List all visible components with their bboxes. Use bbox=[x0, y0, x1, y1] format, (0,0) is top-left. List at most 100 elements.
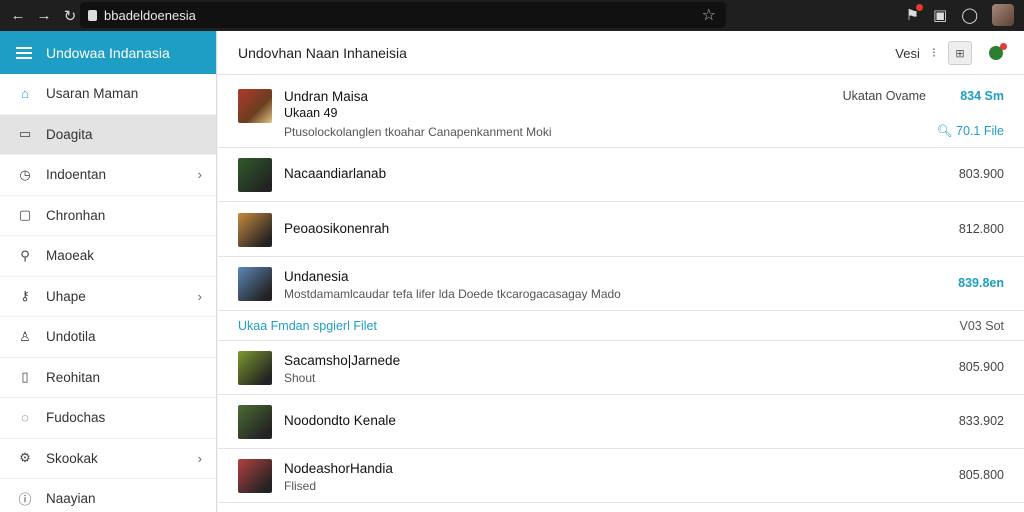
list-item[interactable]: NodeashorHandia Flised 805.800 bbox=[218, 449, 1024, 503]
list-item[interactable]: Peoaosikonenrah 812.800 bbox=[218, 202, 1024, 257]
featured-row[interactable]: Undran Maisa Ukaan 49 Ptusolockolanglen … bbox=[218, 75, 1024, 148]
sidebar-item[interactable]: ◌ Fudochas bbox=[0, 398, 216, 439]
featured-meta-label: Ukatan Ovame bbox=[842, 89, 926, 103]
back-icon[interactable]: ← bbox=[10, 7, 26, 24]
info-icon: ⓘ bbox=[18, 492, 32, 508]
section-label: Ukaa Fmdan spgierl Filet bbox=[238, 319, 377, 333]
sidebar-item-label: Undotila bbox=[46, 329, 96, 345]
sidebar-item-label: Chronhan bbox=[46, 207, 106, 223]
search-icon: 🔍︎ bbox=[936, 124, 957, 138]
clock-icon: ◷ bbox=[19, 166, 31, 182]
home-icon: ⌂ bbox=[21, 86, 29, 102]
item-thumbnail bbox=[238, 351, 272, 385]
sidebar-item-label: Usaran Maman bbox=[46, 86, 139, 102]
sidebar-item-label: Maoeak bbox=[46, 248, 95, 264]
chat-icon: ◌ bbox=[21, 410, 29, 426]
item-name: Noodondto Kenale bbox=[284, 413, 396, 428]
forward-icon[interactable]: → bbox=[36, 7, 52, 24]
list-item[interactable]: Noodondto Kenale 833.902 bbox=[218, 395, 1024, 449]
avatar[interactable] bbox=[992, 4, 1014, 26]
reload-icon[interactable]: ↻ bbox=[62, 7, 78, 25]
folder-icon: ▭ bbox=[18, 126, 32, 142]
sidebar-item[interactable]: ▭ Doagita bbox=[0, 114, 216, 155]
sidebar: Undowaa Indanasia ⌂ Usaran Maman ▭ Doagita ◷… bbox=[0, 31, 217, 512]
item-list: Nacaandiarlanab 803.900 Peoaosikonenrah 812… bbox=[218, 148, 1024, 311]
list-item[interactable]: Nacaandiarlanab 803.900 bbox=[218, 148, 1024, 202]
grid-view-icon[interactable]: ⊞ bbox=[948, 41, 972, 65]
sidebar-item[interactable]: ⚲ Maoeak bbox=[0, 236, 216, 277]
chevron-right-icon: › bbox=[197, 288, 202, 304]
sidebar-item[interactable]: ▯ Reohitan bbox=[0, 358, 216, 398]
item-thumbnail bbox=[238, 158, 272, 192]
item-name: Nacaandiarlanab bbox=[284, 166, 387, 181]
hamburger-menu-icon[interactable] bbox=[16, 46, 32, 59]
file-link-label: 70.1 File bbox=[956, 124, 1004, 138]
sidebar-item[interactable]: ♙ Undotila bbox=[0, 317, 216, 358]
item-value: 805.900 bbox=[958, 360, 1004, 374]
browser-nav: ← → ↻ bbox=[0, 7, 78, 25]
tab-icon[interactable]: ▣ bbox=[933, 6, 947, 24]
item-thumbnail bbox=[238, 459, 272, 493]
header-actions: Vesi ⁝ ⊞ bbox=[895, 41, 1008, 65]
featured-title: Undran Maisa bbox=[284, 89, 369, 104]
item-value: 805.800 bbox=[958, 468, 1004, 482]
featured-meta-value: 834 Sm bbox=[960, 89, 1004, 103]
item-subtitle: Shout bbox=[284, 371, 316, 385]
chevron-right-icon: › bbox=[197, 167, 202, 182]
file-link[interactable]: 🔍︎ 70.1 File bbox=[937, 124, 1004, 139]
section-value: V03 Sot bbox=[959, 319, 1004, 333]
sidebar-item-label: Doagita bbox=[46, 126, 93, 142]
list-item[interactable]: Undanesia Mostdamamlcaudar tefa lifer lda… bbox=[218, 257, 1024, 311]
sidebar-item-label: Indoentan bbox=[46, 167, 107, 183]
key-icon: ⚷ bbox=[20, 288, 30, 304]
sidebar-item[interactable]: ⌂ Usaran Maman bbox=[0, 74, 216, 115]
browser-actions: ⚑ ▣ ◯ bbox=[906, 4, 1014, 26]
sidebar-item[interactable]: ⚷ Uhape › bbox=[0, 277, 216, 317]
document-icon: ▯ bbox=[21, 369, 29, 385]
bookmark-star-icon[interactable]: ☆ bbox=[702, 5, 716, 25]
item-subtitle: Flised bbox=[284, 479, 317, 493]
page-title: Undovhan Naan Inhaneisia bbox=[238, 44, 407, 61]
address-bar[interactable]: bbadeldoenesia ☆ bbox=[80, 2, 726, 28]
sidebar-header: Undowaa Indanasia bbox=[0, 31, 216, 74]
item-value: 803.900 bbox=[958, 167, 1004, 181]
chevron-right-icon: › bbox=[197, 450, 202, 466]
item-name: Sacamsho|Jarnede bbox=[284, 353, 401, 368]
profile-circle-icon[interactable]: ◯ bbox=[961, 6, 978, 24]
sidebar-item[interactable]: ▢ Chronhan bbox=[0, 196, 216, 236]
sidebar-item-label: Fudochas bbox=[46, 410, 106, 426]
sidebar-item[interactable]: ⓘ Naayian bbox=[0, 479, 216, 512]
settings-icon: ⚙ bbox=[19, 450, 31, 466]
sidebar-item[interactable]: ◷ Indoentan › bbox=[0, 155, 216, 196]
sidebar-item-label: Uhape bbox=[46, 288, 86, 304]
item-list-secondary: Sacamsho|Jarnede Shout 805.900 Noodondto Ke… bbox=[218, 341, 1024, 503]
sidebar-item-label: Naayian bbox=[46, 491, 96, 507]
featured-thumbnail bbox=[238, 89, 272, 123]
more-icon[interactable]: ⁝ bbox=[932, 45, 936, 61]
item-name: Undanesia bbox=[284, 269, 349, 284]
item-thumbnail bbox=[238, 405, 272, 439]
item-thumbnail bbox=[238, 267, 272, 301]
sidebar-item[interactable]: ⚙ Skookak › bbox=[0, 439, 216, 479]
user-icon: ♙ bbox=[19, 328, 31, 344]
address-bar-url: bbadeldoenesia bbox=[104, 7, 196, 23]
item-value: 812.800 bbox=[958, 221, 1004, 236]
item-value: 839.8en bbox=[958, 276, 1004, 290]
list-item[interactable]: Sacamsho|Jarnede Shout 805.900 bbox=[218, 341, 1024, 395]
item-subtitle: Mostdamamlcaudar tefa lifer lda Doede tk… bbox=[284, 287, 621, 301]
featured-description: Ptusolockolanglen tkoahar Canapenkanment… bbox=[284, 125, 552, 139]
lock-icon bbox=[88, 9, 97, 21]
extension-icon[interactable]: ⚑ bbox=[906, 4, 924, 24]
sidebar-list: ⌂ Usaran Maman ▭ Doagita ◷ Indoentan › ▢ Chronha… bbox=[0, 74, 216, 512]
notification-icon[interactable] bbox=[984, 41, 1008, 65]
sidebar-title: Undowaa Indanasia bbox=[46, 44, 170, 61]
main-header: Undovhan Naan Inhaneisia Vesi ⁝ ⊞ bbox=[218, 31, 1024, 75]
sidebar-item-label: Skookak bbox=[46, 450, 98, 466]
item-name: Peoaosikonenrah bbox=[284, 220, 390, 236]
sidebar-item-label: Reohitan bbox=[46, 369, 101, 385]
section-row[interactable]: Ukaa Fmdan spgierl Filet V03 Sot bbox=[218, 311, 1024, 341]
calendar-icon: ▢ bbox=[18, 207, 32, 223]
main-content: Undovhan Naan Inhaneisia Vesi ⁝ ⊞ Undran… bbox=[218, 31, 1024, 512]
view-label[interactable]: Vesi bbox=[895, 46, 920, 61]
featured-subtitle: Ukaan 49 bbox=[284, 106, 338, 120]
